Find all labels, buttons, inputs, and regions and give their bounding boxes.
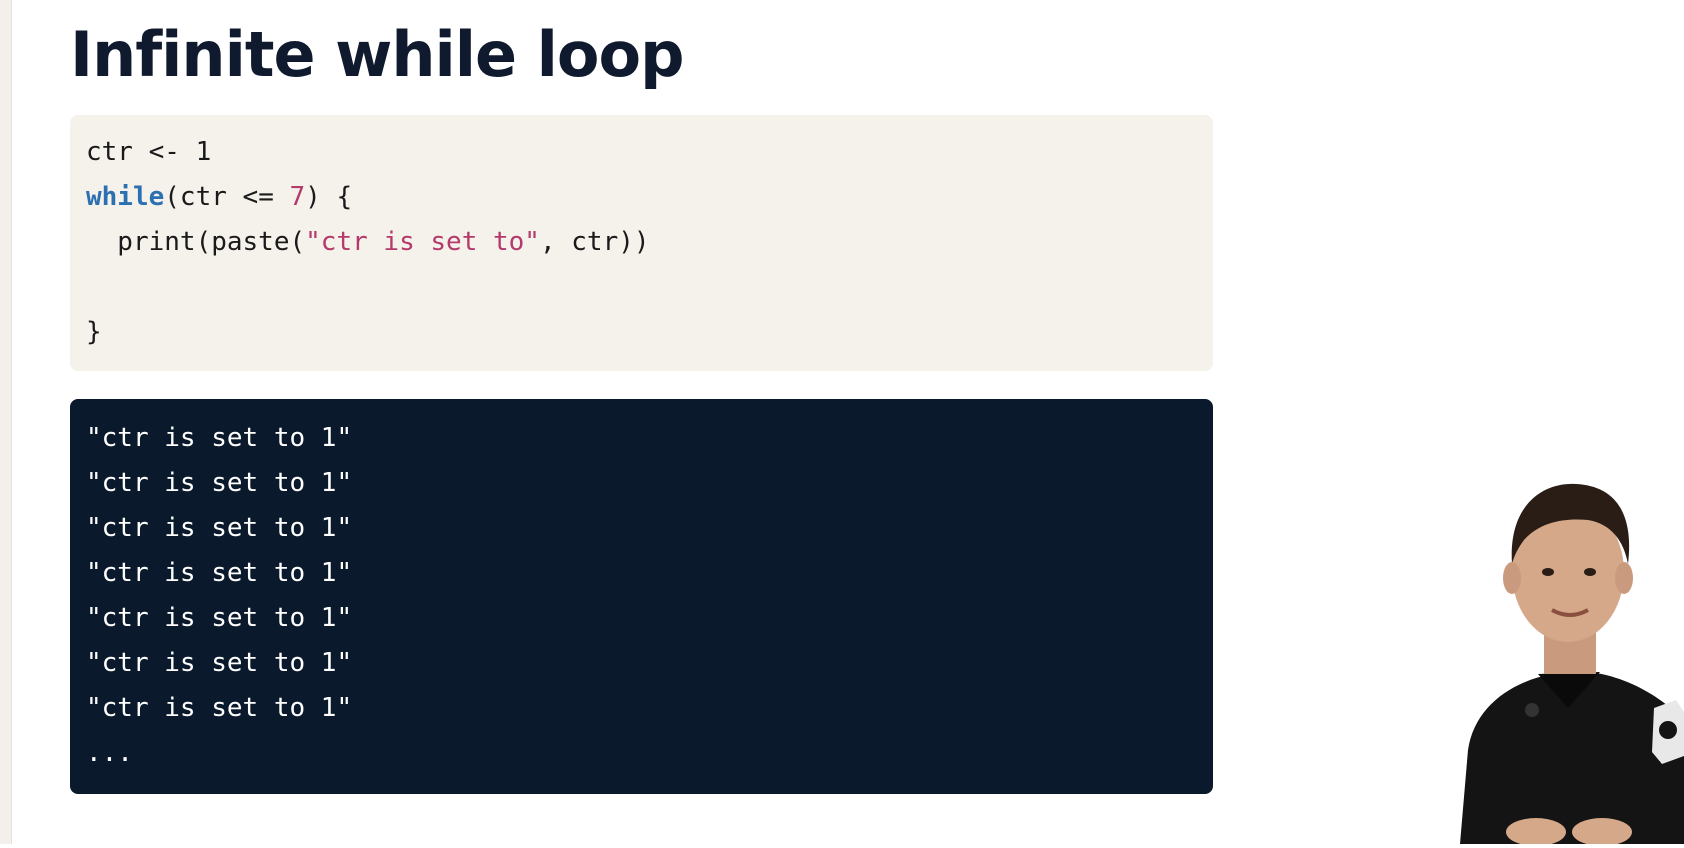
output-line: "ctr is set to 1" xyxy=(86,423,353,453)
while-keyword: while xyxy=(86,182,165,212)
code-line-1: ctr <- 1 xyxy=(86,137,212,167)
code-line-5: } xyxy=(86,317,102,347)
output-line: "ctr is set to 1" xyxy=(86,558,353,588)
presenter-video xyxy=(1440,460,1684,846)
presenter-silhouette-icon xyxy=(1460,483,1684,846)
while-condition-open: (ctr <= xyxy=(164,182,290,212)
print-call-rest: , ctr)) xyxy=(539,227,650,257)
output-line: "ctr is set to 1" xyxy=(86,468,353,498)
slide-title: Infinite while loop xyxy=(70,18,684,91)
output-ellipsis: ... xyxy=(86,738,133,768)
print-call: print(paste( xyxy=(86,227,306,257)
code-line-2: while(ctr <= 7) { xyxy=(86,175,1197,220)
output-line: "ctr is set to 1" xyxy=(86,513,353,543)
output-line: "ctr is set to 1" xyxy=(86,603,353,633)
string-literal: "ctr is set to" xyxy=(305,227,540,257)
code-line-3: print(paste("ctr is set to", ctr)) xyxy=(86,220,1197,265)
while-condition-close: ) { xyxy=(305,182,353,212)
code-block: ctr <- 1 while(ctr <= 7) { print(paste("… xyxy=(70,115,1213,371)
output-block: "ctr is set to 1" "ctr is set to 1" "ctr… xyxy=(70,399,1213,794)
output-line: "ctr is set to 1" xyxy=(86,693,353,723)
output-line: "ctr is set to 1" xyxy=(86,648,353,678)
condition-number: 7 xyxy=(289,182,306,212)
slide-left-border xyxy=(0,0,12,844)
